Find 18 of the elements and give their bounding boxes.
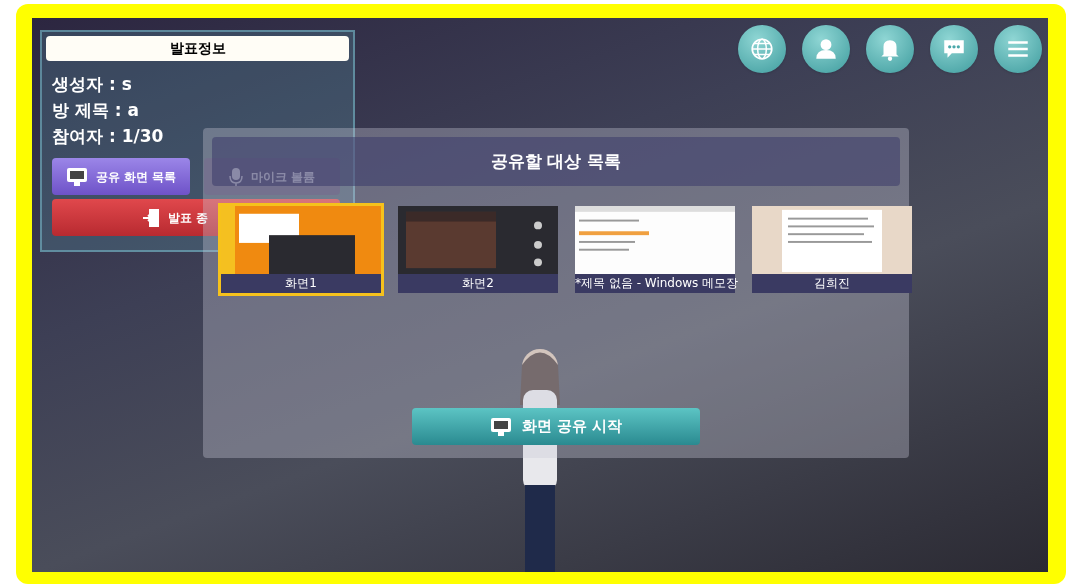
panel-title: 발표정보 — [46, 36, 349, 61]
option-label: 화면2 — [398, 274, 558, 293]
share-target-option[interactable]: 화면2 — [395, 203, 561, 296]
user-icon — [813, 36, 839, 62]
share-screen-list-button[interactable]: 공유 화면 목록 — [52, 158, 190, 195]
exit-door-icon — [142, 207, 160, 228]
info-text: 참여자 : 1/30 — [52, 125, 164, 148]
option-label: 화면1 — [221, 274, 381, 293]
option-label: 김희진 — [752, 274, 912, 293]
microphone-icon — [228, 166, 243, 187]
globe-icon — [749, 36, 775, 62]
monitor-icon — [489, 416, 512, 437]
share-target-option[interactable]: *제목 없음 - Windows 메모장 — [572, 203, 738, 296]
info-text: 방 제목 : a — [52, 99, 140, 122]
share-target-option[interactable]: 화면1 — [218, 203, 384, 296]
info-text: 생성자 : s — [52, 73, 132, 96]
share-target-option[interactable]: 김희진 — [749, 203, 915, 296]
monitor-icon — [65, 166, 88, 187]
